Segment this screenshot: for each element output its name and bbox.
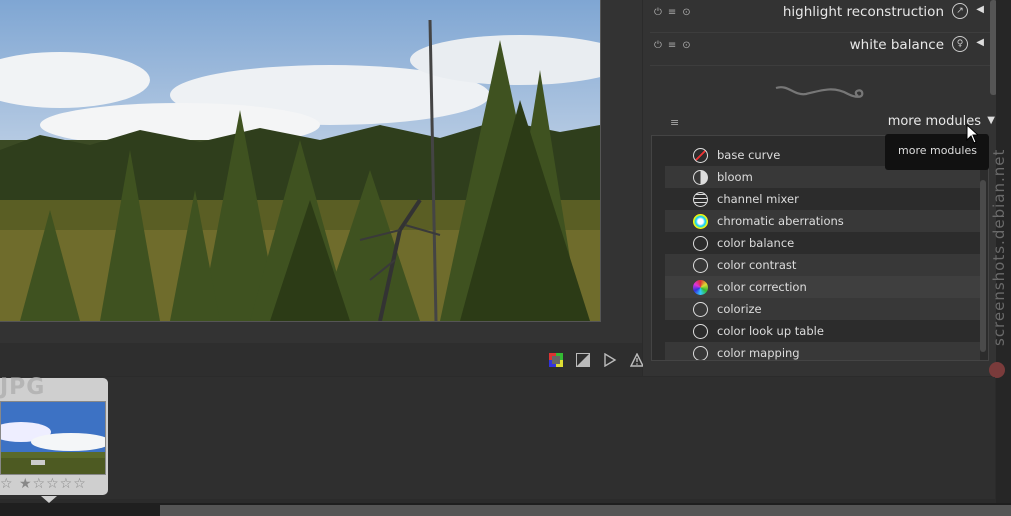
gamut-check-icon[interactable] — [603, 352, 617, 368]
module-highlight-reconstruction[interactable]: ⏻≡⊙ highlight reconstruction ↗ ◀ — [650, 0, 990, 33]
list-item-label: channel mixer — [717, 192, 799, 206]
thumbnail-pointer — [41, 496, 57, 503]
list-item[interactable]: color mapping — [665, 342, 980, 360]
base-curve-icon — [693, 148, 708, 163]
list-item-label: chromatic aberrations — [717, 214, 844, 228]
module-controls-icons[interactable]: ⏻≡⊙ — [654, 40, 697, 51]
expand-triangle-icon[interactable]: ◀ — [976, 4, 984, 15]
list-item-selected[interactable]: color correction — [665, 276, 980, 298]
list-item-label: color look up table — [717, 324, 824, 338]
dropdown-arrow-icon[interactable]: ▼ — [987, 115, 995, 126]
color-mapping-icon — [693, 346, 708, 360]
thumbnail-format-label: JPG — [0, 375, 46, 400]
expand-triangle-icon[interactable]: ◀ — [976, 37, 984, 48]
list-item[interactable]: color balance — [665, 232, 980, 254]
chromatic-aberrations-icon — [693, 214, 708, 229]
circle-icon — [693, 324, 708, 339]
list-item-label: base curve — [717, 148, 781, 162]
mouse-cursor-icon — [966, 123, 980, 148]
list-item-label: color balance — [717, 236, 795, 250]
list-item-label: color mapping — [717, 346, 800, 360]
list-item[interactable]: chromatic aberrations — [665, 210, 980, 232]
list-item-label: colorize — [717, 302, 762, 316]
watermark: screenshots.debian.net — [986, 140, 1011, 350]
module-title: white balance — [849, 37, 944, 53]
circle-icon — [693, 258, 708, 273]
list-item[interactable]: colorize — [665, 298, 980, 320]
list-item-label: bloom — [717, 170, 753, 184]
list-item[interactable]: color contrast — [665, 254, 980, 276]
rating-stars[interactable]: ☆ ★☆☆☆☆ — [0, 476, 87, 492]
list-item-label: color correction — [717, 280, 807, 294]
warning-icon[interactable] — [629, 352, 645, 367]
circle-icon — [693, 302, 708, 317]
thumbnail-image[interactable] — [0, 401, 106, 475]
module-white-balance[interactable]: ⏻≡⊙ white balance ♀ ◀ — [650, 33, 990, 66]
center-bottom-toolbar — [0, 343, 642, 376]
module-controls-icons[interactable]: ⏻≡⊙ — [654, 7, 697, 18]
main-photo[interactable] — [0, 0, 601, 322]
list-item-label: color contrast — [717, 258, 797, 272]
bloom-icon — [693, 170, 708, 185]
color-correction-icon — [693, 280, 708, 295]
list-item[interactable]: color look up table — [665, 320, 980, 342]
watermark-text: screenshots.debian.net — [990, 148, 1008, 346]
highlight-reconstruction-icon: ↗ — [952, 3, 968, 19]
channel-mixer-icon — [693, 192, 708, 207]
softproof-icon[interactable] — [576, 352, 590, 367]
more-modules-row[interactable]: ≡ more modules ▼ — [650, 111, 995, 133]
swirl-decoration-icon — [772, 82, 866, 110]
color-assessment-icon[interactable] — [549, 352, 563, 367]
filmstrip-scroll-thumb[interactable] — [160, 505, 1011, 516]
menu-icon[interactable]: ≡ — [670, 116, 679, 129]
filmstrip — [0, 377, 995, 499]
list-item[interactable]: channel mixer — [665, 188, 980, 210]
circle-icon — [693, 236, 708, 251]
white-balance-icon: ♀ — [952, 36, 968, 52]
module-title: highlight reconstruction — [782, 4, 944, 20]
record-icon[interactable] — [989, 362, 1005, 378]
